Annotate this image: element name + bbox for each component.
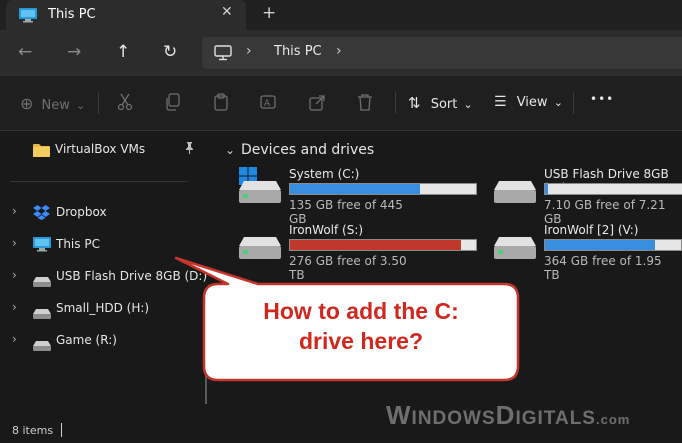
sort-icon: ⇅ xyxy=(408,94,421,112)
address-bar[interactable]: › This PC › xyxy=(202,37,682,69)
expand-chevron-icon[interactable]: › xyxy=(12,204,17,218)
hard-drive-icon xyxy=(494,181,536,207)
drive-icon xyxy=(33,336,51,355)
plus-circle-icon: ⊕ xyxy=(20,94,34,113)
paste-icon[interactable] xyxy=(213,93,229,115)
forward-button[interactable]: → xyxy=(67,42,81,62)
sidebar-item-label: Dropbox xyxy=(56,205,107,219)
view-label: View xyxy=(516,95,548,110)
callout-line-1: How to add the C: xyxy=(263,298,459,324)
item-count: 8 items xyxy=(12,424,54,437)
tab-title: This PC xyxy=(48,7,96,22)
expand-chevron-icon[interactable]: › xyxy=(12,300,17,314)
breadcrumb-this-pc[interactable]: This PC xyxy=(274,44,322,59)
sidebar-item-small-hdd[interactable]: › Small_HDD (H:) xyxy=(0,297,210,321)
group-header-devices-and-drives[interactable]: Devices and drives xyxy=(241,142,374,158)
breadcrumb-chevron-icon[interactable]: › xyxy=(336,43,342,59)
back-button[interactable]: ← xyxy=(18,42,32,62)
sidebar-item-dropbox[interactable]: › Dropbox xyxy=(0,201,210,225)
toolbar-divider xyxy=(395,92,396,114)
more-options-icon[interactable]: ••• xyxy=(590,92,614,106)
command-bar: ⊕ New ⌄ A ⇅ Sort ⌄ ☰ View ⌄ ••• xyxy=(0,76,682,131)
sidebar-item-virtualbox-vms[interactable]: VirtualBox VMs xyxy=(0,138,210,162)
sidebar-item-this-pc[interactable]: › This PC xyxy=(0,233,210,257)
expand-chevron-icon[interactable]: › xyxy=(12,332,17,346)
tab-this-pc[interactable]: This PC ✕ xyxy=(6,0,246,30)
drive-tile-usb-flash-d[interactable]: USB Flash Drive 8GB (D:) 7.10 GB free of… xyxy=(470,167,682,226)
drive-tile-system-c[interactable]: System (C:) 135 GB free of 445 GB xyxy=(215,167,477,226)
drive-usage-bar xyxy=(544,239,682,251)
rename-icon[interactable]: A xyxy=(260,93,278,115)
sidebar-item-label: This PC xyxy=(56,237,100,251)
drive-free-space: 135 GB free of 445 GB xyxy=(289,198,403,226)
callout-text: How to add the C: drive here? xyxy=(205,296,517,356)
close-tab-icon[interactable]: ✕ xyxy=(221,4,233,20)
sidebar-item-label: Game (R:) xyxy=(56,333,117,347)
hard-drive-icon xyxy=(239,181,281,207)
drive-free-space: 276 GB free of 3.50 TB xyxy=(289,254,407,282)
up-button[interactable]: ↑ xyxy=(116,42,130,62)
new-tab-button[interactable]: + xyxy=(262,3,276,23)
drive-usage-fill xyxy=(290,184,421,194)
navigation-bar: ← → ↑ ↻ › This PC › xyxy=(0,30,682,76)
refresh-button[interactable]: ↻ xyxy=(163,42,177,62)
sort-button[interactable]: ⇅ Sort ⌄ xyxy=(408,94,473,112)
share-icon[interactable] xyxy=(309,93,327,115)
drive-name: IronWolf [2] (V:) xyxy=(544,223,639,237)
monitor-icon xyxy=(33,237,51,256)
svg-text:A: A xyxy=(264,99,271,109)
view-button[interactable]: ☰ View ⌄ xyxy=(494,94,563,110)
copy-icon[interactable] xyxy=(165,93,181,115)
sidebar-scrollbar[interactable] xyxy=(205,364,207,404)
new-label: New xyxy=(41,98,70,113)
group-collapse-chevron-icon[interactable]: ⌄ xyxy=(225,143,235,157)
drive-free-space: 7.10 GB free of 7.21 GB xyxy=(544,198,666,226)
drive-usage-bar xyxy=(289,239,477,251)
drive-icon xyxy=(33,304,51,323)
toolbar-divider xyxy=(98,92,99,114)
tab-bar: This PC ✕ + xyxy=(0,0,682,30)
sort-label: Sort xyxy=(430,97,458,112)
expand-chevron-icon[interactable]: › xyxy=(12,236,17,250)
navigation-pane: VirtualBox VMs › Dropbox › This PC › USB… xyxy=(0,131,210,420)
pin-icon[interactable] xyxy=(184,142,195,157)
sidebar-item-label: Small_HDD (H:) xyxy=(56,301,150,315)
windowsdigitals-watermark: WINDOWSDIGITALS.com xyxy=(386,400,631,430)
hard-drive-icon xyxy=(494,237,536,263)
monitor-icon xyxy=(18,7,38,27)
sidebar-item-label: USB Flash Drive 8GB (D:) xyxy=(56,269,208,283)
drive-usage-fill xyxy=(545,240,656,250)
cut-icon[interactable] xyxy=(117,93,133,115)
drive-usage-fill xyxy=(545,184,548,194)
drive-name: IronWolf (S:) xyxy=(289,223,364,237)
status-divider xyxy=(61,423,62,437)
delete-icon[interactable] xyxy=(357,93,373,115)
drive-icon xyxy=(33,272,51,291)
drive-tile-ironwolf-2-v[interactable]: IronWolf [2] (V:) 364 GB free of 1.95 TB xyxy=(470,223,682,282)
drive-tile-ironwolf-s[interactable]: IronWolf (S:) 276 GB free of 3.50 TB xyxy=(215,223,477,282)
sidebar-item-usb-flash-drive[interactable]: › USB Flash Drive 8GB (D:) xyxy=(0,265,210,289)
toolbar-divider xyxy=(573,92,574,114)
sidebar-item-label: VirtualBox VMs xyxy=(55,142,146,156)
sidebar-divider xyxy=(10,181,188,182)
chevron-down-icon: ⌄ xyxy=(553,96,563,109)
drive-free-space: 364 GB free of 1.95 TB xyxy=(544,254,662,282)
file-list-pane: ⌄ Devices and drives System (C:) 135 GB … xyxy=(215,131,682,420)
chevron-down-icon: ⌄ xyxy=(463,98,473,111)
drive-usage-fill xyxy=(290,240,462,250)
monitor-outline-icon xyxy=(214,45,232,65)
breadcrumb-separator-icon[interactable]: › xyxy=(246,43,252,59)
view-icon: ☰ xyxy=(494,94,507,110)
chevron-down-icon: ⌄ xyxy=(76,99,86,112)
sidebar-item-game[interactable]: › Game (R:) xyxy=(0,329,210,353)
expand-chevron-icon[interactable]: › xyxy=(12,268,17,282)
dropbox-icon xyxy=(33,205,50,224)
new-button[interactable]: ⊕ New ⌄ xyxy=(20,94,85,113)
folder-icon xyxy=(33,142,50,161)
hard-drive-icon xyxy=(239,237,281,263)
drive-usage-bar xyxy=(289,183,477,195)
callout-line-2: drive here? xyxy=(299,328,423,354)
drive-name: System (C:) xyxy=(289,167,360,181)
drive-usage-bar xyxy=(544,183,682,195)
